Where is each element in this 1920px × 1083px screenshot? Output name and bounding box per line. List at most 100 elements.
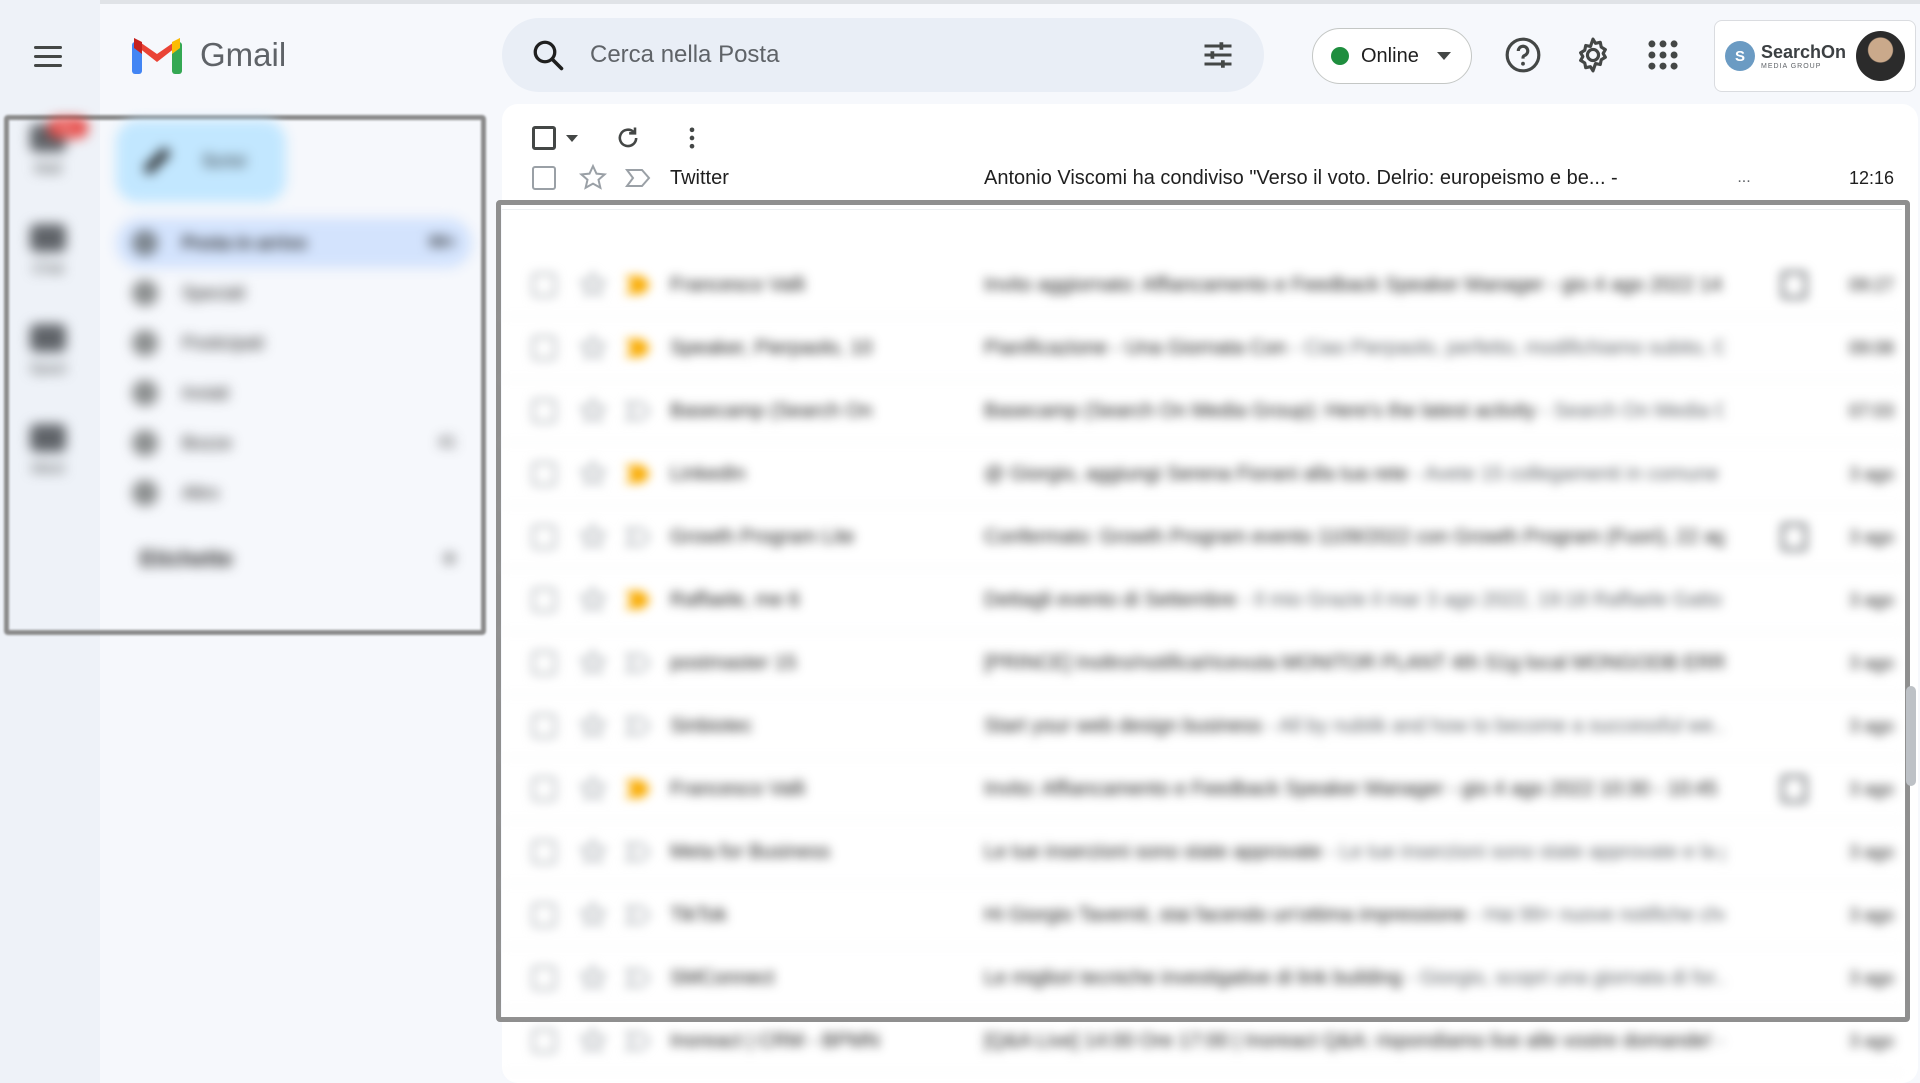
rail-item-spaces[interactable]: Spazi (18, 324, 78, 424)
status-selector[interactable]: Online (1312, 28, 1472, 84)
select-options-chevron-icon[interactable] (566, 134, 578, 142)
important-marker-icon[interactable] (624, 273, 652, 297)
row-checkbox[interactable] (532, 525, 556, 549)
table-row[interactable]: TikTok Hi Giorgio Tavernit, stai facendo … (502, 884, 1902, 947)
attachment-slot (1764, 271, 1824, 299)
status-label: Online (1361, 44, 1419, 67)
compose-button[interactable]: Scrivi (116, 120, 286, 202)
nav-item-more[interactable]: Altro (116, 468, 472, 518)
star-icon[interactable] (578, 900, 608, 930)
nav-item-drafts[interactable]: Bozze 41 (116, 418, 472, 468)
table-row[interactable]: Inoreact | CRM - BPMN [Q&A Live] 14:00 Or… (502, 1010, 1902, 1073)
star-icon[interactable] (578, 396, 608, 426)
table-row[interactable]: Speaker, Pierpaolo, 10 Pianificazione - U… (502, 317, 1902, 380)
table-row[interactable]: LinkedIn @ Giorgio, aggiungi Serena Fiora… (502, 443, 1902, 506)
unread-badge: 99+ (48, 118, 88, 138)
table-row[interactable]: Francesco Valli Invito: Affiancamento e F… (502, 758, 1902, 821)
email-sender: TikTok (670, 903, 728, 926)
important-marker-icon[interactable] (624, 336, 652, 360)
important-marker-icon[interactable] (624, 462, 652, 486)
row-checkbox[interactable] (532, 903, 556, 927)
row-checkbox[interactable] (532, 714, 556, 738)
nav-item-sent[interactable]: Inviati (116, 368, 472, 418)
important-marker-icon[interactable] (624, 714, 652, 738)
star-icon[interactable] (578, 522, 608, 552)
star-icon[interactable] (578, 648, 608, 678)
star-icon[interactable] (578, 333, 608, 363)
star-icon[interactable] (578, 774, 608, 804)
email-subject-text: Le tue inserzioni sono state approvate (984, 840, 1322, 863)
account-switcher[interactable]: S SearchOn MEDIA GROUP (1714, 20, 1916, 92)
row-checkbox[interactable] (532, 1029, 556, 1053)
important-marker-icon[interactable] (624, 166, 652, 190)
rail-item-mail[interactable]: 99+ Mail (18, 118, 88, 224)
nav-item-snoozed[interactable]: Posticipati (116, 318, 472, 368)
settings-gear-icon[interactable] (1574, 36, 1612, 74)
star-icon[interactable] (578, 711, 608, 741)
table-row[interactable]: Basecamp (Search On Basecamp (Search On M… (502, 380, 1902, 443)
star-icon[interactable] (578, 459, 608, 489)
important-marker-icon[interactable] (624, 651, 652, 675)
row-checkbox[interactable] (532, 273, 556, 297)
important-marker-icon[interactable] (624, 525, 652, 549)
important-marker-icon[interactable] (624, 1029, 652, 1053)
row-checkbox[interactable] (532, 462, 556, 486)
apps-grid-icon[interactable] (1644, 36, 1682, 74)
email-sender: Twitter (670, 166, 729, 189)
email-time: 3 ago (1848, 1030, 1894, 1051)
gmail-logo[interactable]: Gmail (132, 36, 286, 74)
important-marker-icon[interactable] (624, 588, 652, 612)
table-row[interactable]: Growth Program Lite Confermato: Growth Pr… (502, 506, 1902, 569)
add-label-button[interactable]: + (443, 546, 456, 572)
rail-item-meet[interactable]: Meet (18, 424, 78, 524)
table-row[interactable]: Raffaele, me 6 Dettagli evento di Settemb… (502, 569, 1902, 632)
email-time: 3 ago (1848, 715, 1894, 736)
important-marker-icon[interactable] (624, 966, 652, 990)
search-input[interactable]: Cerca nella Posta (590, 41, 1200, 69)
row-checkbox[interactable] (532, 966, 556, 990)
organization-name: SearchOn (1761, 41, 1847, 62)
nav-item-inbox[interactable]: Posta in arrivo 99+ (116, 218, 472, 268)
search-bar[interactable]: Cerca nella Posta (502, 18, 1264, 92)
calendar-invite-icon[interactable] (1781, 523, 1807, 551)
star-icon[interactable] (578, 163, 608, 193)
row-checkbox[interactable] (532, 336, 556, 360)
row-checkbox[interactable] (532, 777, 556, 801)
scrollbar[interactable] (1906, 686, 1916, 786)
email-subject: Start your web design business - All by … (984, 715, 1724, 738)
star-icon[interactable] (578, 837, 608, 867)
calendar-invite-icon[interactable] (1781, 271, 1807, 299)
star-icon[interactable] (578, 963, 608, 993)
row-checkbox[interactable] (532, 651, 556, 675)
row-checkbox[interactable] (532, 166, 556, 190)
avatar[interactable] (1856, 31, 1905, 81)
calendar-invite-icon[interactable] (1781, 775, 1807, 803)
menu-icon-line (34, 54, 62, 58)
important-marker-icon[interactable] (624, 777, 652, 801)
star-icon[interactable] (578, 1026, 608, 1056)
main-menu-button[interactable] (26, 36, 70, 76)
email-sender: Francesco Valli (670, 273, 806, 296)
important-marker-icon[interactable] (624, 840, 652, 864)
organization-logo-icon: S (1725, 41, 1755, 71)
table-row[interactable]: Sinbiotec Start your web design business … (502, 695, 1902, 758)
email-snippet: - Vo... (1717, 1029, 1724, 1052)
important-marker-icon[interactable] (624, 903, 652, 927)
email-time: 09:08 (1848, 337, 1894, 358)
star-icon[interactable] (578, 270, 608, 300)
table-row[interactable]: SMConnect Le migliori tecniche investigat… (502, 947, 1902, 1010)
search-icon[interactable] (530, 37, 566, 73)
important-marker-icon[interactable] (624, 399, 652, 423)
table-row[interactable]: postmaster 15 [PRINCE] Inoltro/notifica/r… (502, 632, 1902, 695)
table-row[interactable]: Francesco Valli Invito aggiornato: Affian… (502, 254, 1902, 317)
row-checkbox[interactable] (532, 840, 556, 864)
row-checkbox[interactable] (532, 588, 556, 612)
table-row[interactable]: Meta for Business Le tue inserzioni sono … (502, 821, 1902, 884)
star-icon[interactable] (578, 585, 608, 615)
help-icon[interactable] (1504, 36, 1542, 74)
email-subject: Invito aggiornato: Affiancamento e Feedb… (984, 274, 1724, 297)
row-checkbox[interactable] (532, 399, 556, 423)
search-options-icon[interactable] (1200, 37, 1236, 73)
rail-item-chat[interactable]: Chat (18, 224, 78, 324)
nav-item-starred[interactable]: Speciali (116, 268, 472, 318)
